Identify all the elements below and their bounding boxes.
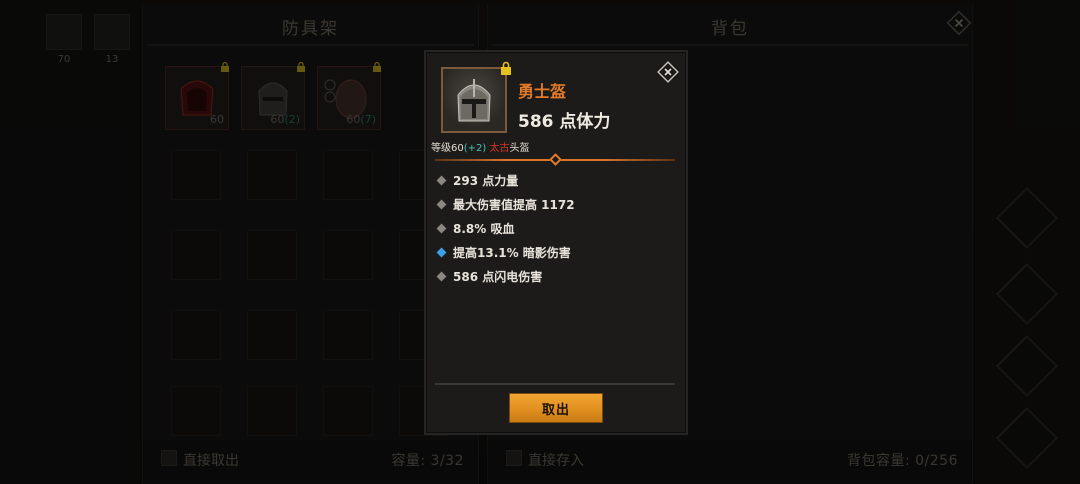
diamond-bullet-icon — [436, 175, 447, 185]
stat-text: 8.8% 吸血 — [453, 221, 515, 236]
item-icon-frame — [441, 67, 507, 133]
diamond-bullet-icon — [436, 247, 447, 257]
stat-text: 586 点闪电伤害 — [453, 269, 543, 284]
item-level: 等级60 — [431, 143, 464, 154]
stat-row: 293 点力量 — [436, 171, 519, 189]
stat-text: 提高13.1% 暗影伤害 — [453, 245, 571, 260]
diamond-bullet-icon — [436, 199, 447, 209]
item-slot-type: 头盔 — [509, 143, 530, 154]
item-name: 勇士盔 — [518, 82, 567, 101]
item-tooltip: 勇士盔 586 点体力 等级60(+2) 太古头盔 293 点力量 最大伤害值提… — [426, 52, 686, 433]
stat-row: 最大伤害值提高 1172 — [436, 195, 575, 213]
item-rarity: 太古 — [489, 143, 510, 154]
stat-row: 提高13.1% 暗影伤害 — [436, 243, 571, 261]
item-main-stat: 586 点体力 — [518, 112, 611, 132]
lock-icon[interactable] — [500, 61, 512, 75]
divider-ornament — [549, 153, 562, 166]
item-meta: 等级60(+2) 太古头盔 — [431, 139, 529, 154]
diamond-bullet-icon — [436, 223, 447, 233]
helmet-icon — [457, 79, 491, 122]
item-level-bonus: (+2) — [463, 143, 487, 154]
diamond-bullet-icon — [436, 271, 447, 281]
stat-row: 8.8% 吸血 — [436, 219, 515, 237]
stat-row: 586 点闪电伤害 — [436, 267, 543, 285]
close-icon[interactable] — [657, 61, 679, 83]
tooltip-bottom-divider — [435, 383, 675, 385]
take-out-button[interactable]: 取出 — [509, 393, 603, 423]
stat-text: 293 点力量 — [453, 173, 519, 188]
stat-text: 最大伤害值提高 1172 — [453, 197, 575, 212]
